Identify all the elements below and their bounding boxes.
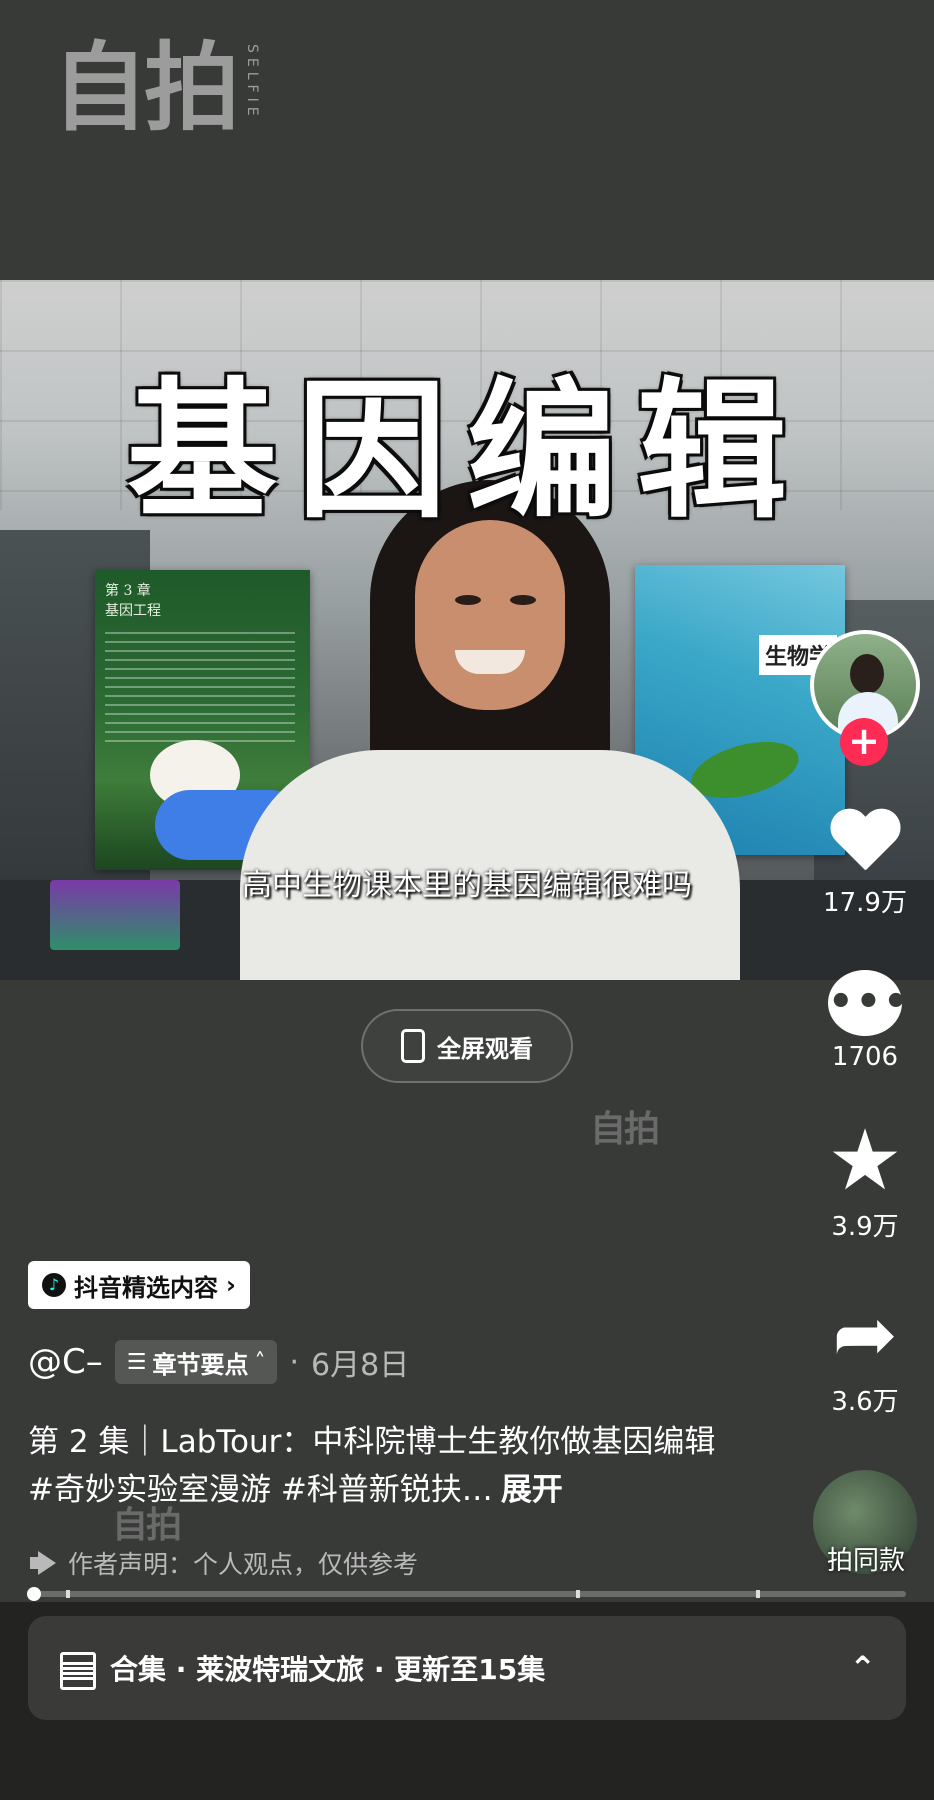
- video-title-overlay: 基因编辑: [126, 365, 807, 539]
- presenter-eye-right: [510, 595, 536, 605]
- expand-link[interactable]: 展开: [501, 1472, 563, 1508]
- presenter-face: [415, 520, 565, 710]
- book-chapter-number: 第 3 章: [105, 583, 151, 599]
- megaphone-icon: [30, 1551, 58, 1575]
- chapter-marker: [576, 1590, 580, 1598]
- presenter-eye-left: [455, 595, 481, 605]
- author-line: @C– ☰ 章节要点 ˄ · 6月8日: [28, 1340, 409, 1384]
- douyin-featured-badge[interactable]: ♪ 抖音精选内容 ›: [28, 1261, 250, 1309]
- comment-icon: •••: [828, 970, 909, 1036]
- favorite-count: 3.9万: [831, 1212, 899, 1242]
- author-name[interactable]: @C–: [28, 1342, 103, 1382]
- avatar-head: [850, 654, 884, 694]
- share-button[interactable]: ➦ 3.6万: [810, 1295, 920, 1418]
- chevron-up-icon: ˄: [254, 1349, 266, 1375]
- chapter-marker: [66, 1590, 70, 1598]
- share-icon: ➦: [832, 1290, 898, 1380]
- presenter: [240, 480, 740, 980]
- post-date: 6月8日: [311, 1348, 410, 1383]
- douyin-logo-icon: ♪: [42, 1273, 66, 1297]
- fullscreen-button[interactable]: 全屏观看: [361, 1009, 573, 1083]
- comment-count: 1706: [831, 1042, 899, 1072]
- chevron-up-icon[interactable]: ⌃: [849, 1649, 876, 1687]
- list-icon: ☰: [126, 1349, 147, 1375]
- progress-handle[interactable]: [27, 1587, 41, 1601]
- chapter-points-label: 章节要点: [152, 1350, 249, 1379]
- selfie-watermark: 自拍 SELFIE: [52, 40, 260, 136]
- share-count: 3.6万: [831, 1387, 899, 1417]
- watermark-side-text: SELFIE: [244, 44, 260, 121]
- statement-text: 作者声明：个人观点，仅供参考: [68, 1550, 419, 1579]
- chevron-right-icon: ›: [226, 1271, 236, 1299]
- video-player[interactable]: 第 3 章 基因工程 生物学 基因编辑 高中生物课本里的基因编辑很难吗: [0, 280, 934, 980]
- book-text-lines: [105, 632, 295, 742]
- phone-rotate-icon: [401, 1029, 425, 1063]
- description-text: 第 2 集｜LabTour：中科院博士生教你做基因编辑 #奇妙实验室漫游 #科普…: [28, 1424, 716, 1508]
- post-description: 第 2 集｜LabTour：中科院博士生教你做基因编辑 #奇妙实验室漫游 #科普…: [28, 1418, 728, 1514]
- favorite-button[interactable]: ★ 3.9万: [810, 1111, 920, 1243]
- watermark-small-mid: 自拍: [590, 1109, 660, 1150]
- layers-icon: [58, 1650, 96, 1690]
- date-separator: ·: [289, 1344, 300, 1380]
- watermark-logo-text: 自拍: [52, 32, 240, 144]
- badge-label: 抖音精选内容: [74, 1273, 218, 1302]
- like-count: 17.9万: [823, 888, 907, 918]
- same-style-label[interactable]: 拍同款: [812, 1540, 920, 1577]
- chapter-points-button[interactable]: ☰ 章节要点 ˄: [114, 1340, 278, 1384]
- book-chapter-title: 基因工程: [105, 602, 161, 619]
- collection-label: 合集 · 莱波特瑞文旅 · 更新至15集: [110, 1653, 546, 1686]
- fullscreen-label: 全屏观看: [437, 1034, 533, 1063]
- like-button[interactable]: 17.9万: [810, 810, 920, 919]
- follow-button[interactable]: +: [840, 718, 888, 766]
- video-progress-bar[interactable]: [34, 1591, 906, 1597]
- heart-icon: [828, 810, 902, 876]
- collection-bar[interactable]: 合集 · 莱波特瑞文旅 · 更新至15集 ⌃: [28, 1616, 906, 1720]
- star-icon: ★: [827, 1111, 903, 1209]
- author-statement: 作者声明：个人观点，仅供参考: [30, 1545, 418, 1581]
- comment-button[interactable]: ••• 1706: [810, 970, 920, 1072]
- video-subtitle: 高中生物课本里的基因编辑很难吗: [242, 868, 692, 903]
- chapter-marker: [756, 1590, 760, 1598]
